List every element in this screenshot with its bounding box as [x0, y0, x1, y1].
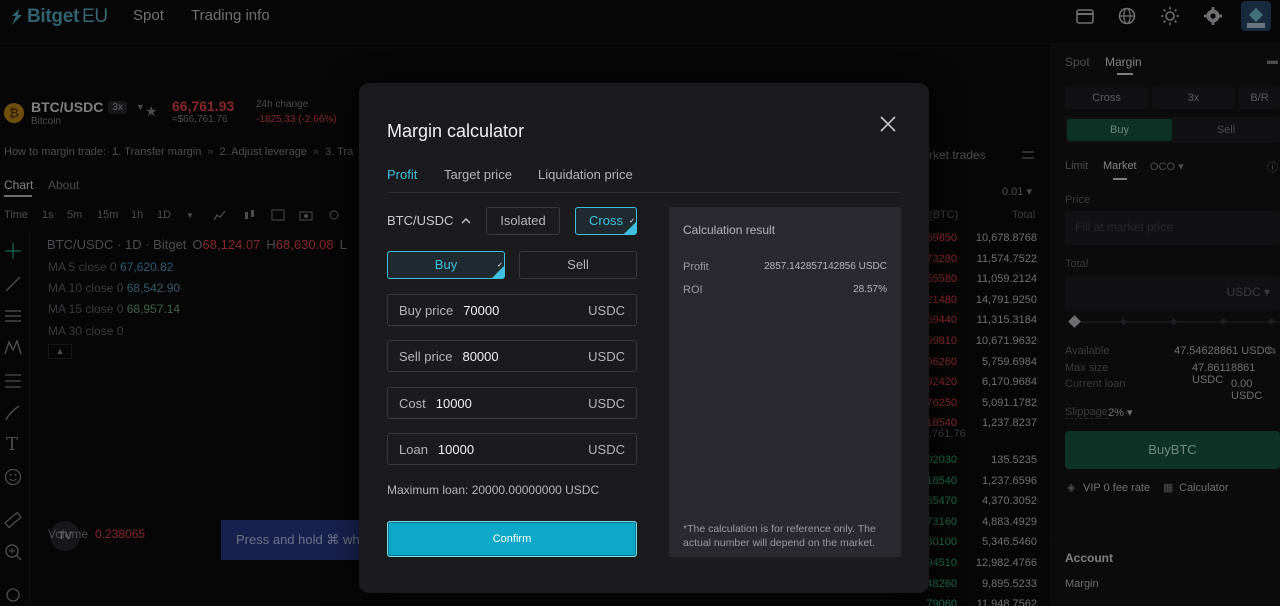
buy-side-button[interactable]: Buy	[387, 251, 505, 279]
tab-divider	[387, 192, 901, 193]
selected-check-icon	[624, 209, 636, 235]
max-loan-text: Maximum loan: 20000.00000000 USDC	[387, 483, 600, 497]
selected-check-icon	[492, 253, 504, 279]
modal-title: Margin calculator	[387, 121, 525, 141]
close-icon[interactable]	[879, 115, 897, 133]
chevron-up-icon	[461, 217, 471, 223]
loan-label: Loan	[399, 441, 428, 457]
buy-price-label: Buy price	[399, 302, 454, 318]
profit-value: 2857.142857142856 USDC	[764, 261, 887, 272]
isolated-button[interactable]: Isolated	[486, 207, 560, 235]
loan-unit: USDC	[588, 441, 625, 457]
roi-value: 28.57%	[853, 284, 887, 295]
cost-field[interactable]: Cost 10000 USDC	[387, 387, 637, 419]
cross-label: Cross	[589, 213, 623, 228]
tab-liquidation-price[interactable]: Liquidation price	[538, 167, 633, 182]
loan-input[interactable]: 10000	[438, 442, 588, 457]
buy-label: Buy	[434, 257, 458, 272]
roi-label: ROI	[683, 284, 703, 296]
loan-field[interactable]: Loan 10000 USDC	[387, 433, 637, 465]
cost-input[interactable]: 10000	[436, 396, 588, 411]
pair-selector[interactable]: BTC/USDC	[387, 213, 471, 228]
margin-calculator-modal: Margin calculator Profit Target price Li…	[359, 83, 929, 593]
sell-side-button[interactable]: Sell	[519, 251, 637, 279]
sell-price-input[interactable]: 80000	[462, 349, 588, 364]
sell-price-field[interactable]: Sell price 80000 USDC	[387, 340, 637, 372]
calculation-result-panel: Calculation result Profit 2857.142857142…	[669, 207, 901, 557]
sell-price-label: Sell price	[399, 348, 453, 364]
tab-profit[interactable]: Profit	[387, 167, 417, 182]
result-disclaimer: *The calculation is for reference only. …	[683, 523, 876, 549]
confirm-button[interactable]: Confirm	[387, 521, 637, 557]
sell-price-unit: USDC	[588, 348, 625, 364]
cost-unit: USDC	[588, 395, 625, 411]
tab-target-price[interactable]: Target price	[444, 167, 512, 182]
result-title: Calculation result	[683, 223, 776, 237]
cross-button[interactable]: Cross	[575, 207, 637, 235]
pair-label: BTC/USDC	[387, 213, 454, 228]
cost-label: Cost	[399, 395, 426, 411]
buy-price-input[interactable]: 70000	[463, 303, 588, 318]
profit-label: Profit	[683, 261, 709, 273]
buy-price-unit: USDC	[588, 302, 625, 318]
buy-price-field[interactable]: Buy price 70000 USDC	[387, 294, 637, 326]
